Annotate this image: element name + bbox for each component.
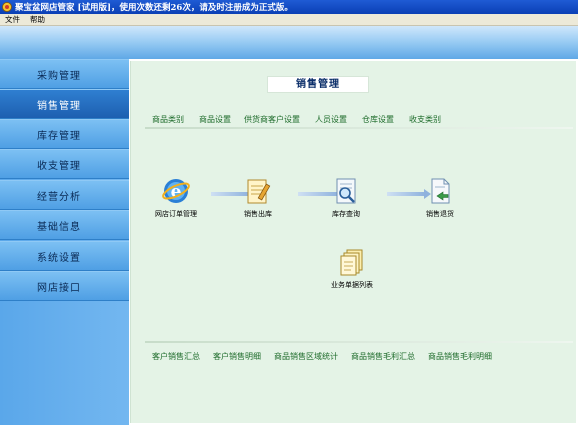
flow-label-online-orders: 网店订单管理 <box>155 210 197 218</box>
sidebar-item-purchase[interactable]: 采购管理 <box>0 59 129 89</box>
link-product-margin-detail[interactable]: 商品销售毛利明细 <box>428 351 492 362</box>
link-warehouse-settings[interactable]: 仓库设置 <box>362 114 394 125</box>
link-income-expense-category[interactable]: 收支类别 <box>409 114 441 125</box>
link-product-settings[interactable]: 商品设置 <box>199 114 231 125</box>
document-return-icon <box>425 176 455 206</box>
content-panel: 销售管理 商品类别 商品设置 供货商客户设置 人员设置 仓库设置 收支类别 e … <box>130 61 576 423</box>
app-icon <box>2 2 12 12</box>
link-customer-sales-summary[interactable]: 客户销售汇总 <box>152 351 200 362</box>
link-product-margin-summary[interactable]: 商品销售毛利汇总 <box>351 351 415 362</box>
link-customer-sales-detail[interactable]: 客户销售明细 <box>213 351 261 362</box>
sidebar-item-sales[interactable]: 销售管理 <box>0 89 129 119</box>
flow-label-inventory-query: 库存查询 <box>332 210 360 218</box>
sidebar-item-basic-info[interactable]: 基础信息 <box>0 210 129 240</box>
ie-icon: e <box>161 176 191 206</box>
sidebar-item-inventory[interactable]: 库存管理 <box>0 119 129 149</box>
link-product-category[interactable]: 商品类别 <box>152 114 184 125</box>
sidebar-item-system-settings[interactable]: 系统设置 <box>0 241 129 271</box>
sidebar-item-shop-interface[interactable]: 网店接口 <box>0 271 129 301</box>
flow-online-orders[interactable]: e 网店订单管理 <box>155 176 197 219</box>
flow-inventory-query[interactable]: 库存查询 <box>331 176 361 219</box>
header-banner <box>0 26 578 59</box>
flow-sales-return[interactable]: 销售退货 <box>425 176 455 219</box>
flow-label-business-documents: 业务单据列表 <box>331 281 373 289</box>
notepad-pencil-icon <box>243 176 273 206</box>
main-area: 销售管理 商品类别 商品设置 供货商客户设置 人员设置 仓库设置 收支类别 e … <box>129 59 578 425</box>
link-product-sales-region[interactable]: 商品销售区域统计 <box>274 351 338 362</box>
window-title: 聚宝盆网店管家 [试用版]，使用次数还剩26次，请及时注册成为正式版。 <box>15 3 293 13</box>
page-title: 销售管理 <box>267 76 369 93</box>
settings-links: 商品类别 商品设置 供货商客户设置 人员设置 仓库设置 收支类别 <box>152 114 456 125</box>
stacked-documents-icon <box>337 247 367 277</box>
flow-business-documents[interactable]: 业务单据列表 <box>331 247 373 290</box>
sidebar-item-finance[interactable]: 收支管理 <box>0 149 129 179</box>
flow-sales-outbound[interactable]: 销售出库 <box>243 176 273 219</box>
flow-label-sales-return: 销售退货 <box>426 210 454 218</box>
divider-bottom <box>145 341 573 343</box>
report-links: 客户销售汇总 客户销售明细 商品销售区域统计 商品销售毛利汇总 商品销售毛利明细 <box>152 351 505 362</box>
title-bar: 聚宝盆网店管家 [试用版]，使用次数还剩26次，请及时注册成为正式版。 <box>0 0 578 14</box>
link-staff-settings[interactable]: 人员设置 <box>315 114 347 125</box>
menu-help[interactable]: 帮助 <box>25 14 50 25</box>
sidebar: 采购管理 销售管理 库存管理 收支管理 经营分析 基础信息 系统设置 网店接口 <box>0 59 129 425</box>
link-supplier-customer[interactable]: 供货商客户设置 <box>244 114 300 125</box>
flow-label-sales-outbound: 销售出库 <box>244 210 272 218</box>
menu-file[interactable]: 文件 <box>0 14 25 25</box>
sidebar-item-analysis[interactable]: 经营分析 <box>0 180 129 210</box>
menu-bar: 文件 帮助 <box>0 14 578 26</box>
divider-top <box>145 127 573 129</box>
magnifier-document-icon <box>331 176 361 206</box>
